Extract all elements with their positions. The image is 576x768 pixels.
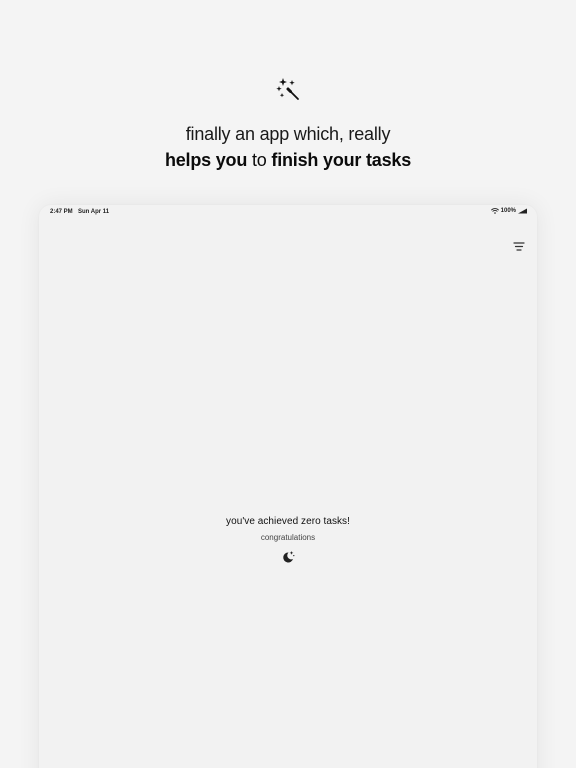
headline-emphasis-2: finish your tasks: [271, 150, 412, 170]
status-bar: 2:47 PM Sun Apr 11 100%: [39, 205, 537, 221]
battery-percent: 100%: [500, 208, 516, 214]
moon-sparkle-icon: [283, 551, 295, 563]
headline-line-1: finally an app which, really: [185, 124, 391, 144]
empty-state-title: you've achieved zero tasks!: [226, 516, 350, 527]
filter-button[interactable]: [512, 241, 526, 253]
headline: finally an app which, really helps you t…: [0, 122, 576, 173]
empty-state: you've achieved zero tasks! congratulati…: [39, 515, 537, 564]
headline-line-2: helps you to finish your tasks: [0, 147, 576, 173]
wifi-icon: [490, 208, 499, 214]
magic-wand-sparkles-icon: [276, 78, 299, 100]
empty-state-subtitle: congratulations: [260, 533, 316, 542]
battery-icon: [518, 208, 527, 214]
headline-emphasis-1: helps you: [164, 150, 248, 170]
status-right: 100%: [490, 208, 528, 214]
device-screen: 2:47 PM Sun Apr 11 100% you've achieved …: [39, 205, 537, 768]
status-time: 2:47 PM: [50, 209, 73, 215]
page: finally an app which, really helps you t…: [0, 0, 576, 768]
status-date: Sun Apr 11: [78, 209, 110, 215]
headline-connector: to: [251, 150, 267, 170]
